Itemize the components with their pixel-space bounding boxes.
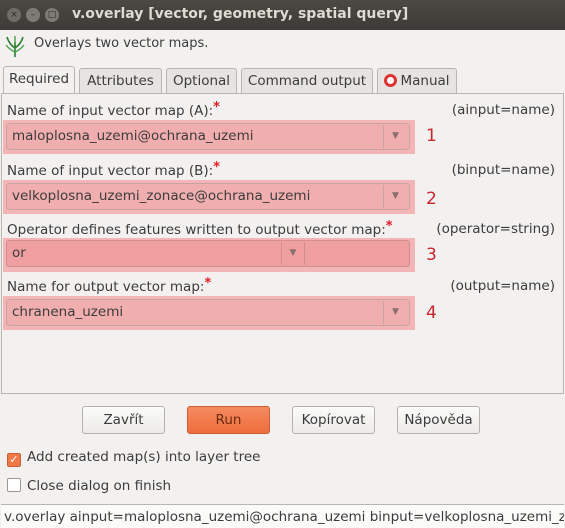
tab-manual[interactable]: Manual xyxy=(377,68,457,94)
chevron-down-icon[interactable]: ▼ xyxy=(383,301,407,324)
chevron-down-icon[interactable]: ▼ xyxy=(281,242,305,265)
field-key-ainput: (ainput=name) xyxy=(451,102,555,118)
close-on-finish-label: Close dialog on finish xyxy=(27,478,172,494)
tab-bar: Required Attributes Optional Command out… xyxy=(0,66,565,94)
add-to-layer-tree-option[interactable]: ✓ Add created map(s) into layer tree xyxy=(7,449,260,467)
maximize-window-button[interactable]: □ xyxy=(45,8,59,22)
title-bar: × – □ v.overlay [vector, geometry, spati… xyxy=(0,0,565,30)
operator-select[interactable]: or ▼ xyxy=(6,240,410,267)
required-mark: * xyxy=(204,276,212,291)
output-value: chranena_uzemi xyxy=(12,304,124,320)
window-title: v.overlay [vector, geometry, spatial que… xyxy=(72,6,409,22)
field-key-output: (output=name) xyxy=(450,278,555,294)
tab-optional[interactable]: Optional xyxy=(166,68,237,94)
output-combo[interactable]: chranena_uzemi ▼ xyxy=(6,299,410,326)
field-key-binput: (binput=name) xyxy=(451,162,555,178)
field-label-text: Name for output vector map: xyxy=(7,279,205,295)
annotation-number: 3 xyxy=(426,245,437,265)
field-label-text: Name of input vector map (A): xyxy=(7,103,214,119)
module-description-row: Overlays two vector maps. xyxy=(0,30,565,62)
close-window-button[interactable]: × xyxy=(7,8,21,22)
required-mark: * xyxy=(213,100,220,115)
add-to-layer-tree-checkbox[interactable]: ✓ xyxy=(7,453,21,467)
chevron-down-icon[interactable]: ▼ xyxy=(383,125,407,148)
add-to-layer-tree-label: Add created map(s) into layer tree xyxy=(27,449,261,465)
ainput-combo[interactable]: maloplosna_uzemi@ochrana_uzemi ▼ xyxy=(6,123,410,150)
binput-value: velkoplosna_uzemi_zonace@ochrana_uzemi xyxy=(12,188,311,204)
module-description: Overlays two vector maps. xyxy=(34,36,209,51)
ainput-value: maloplosna_uzemi@ochrana_uzemi xyxy=(12,128,254,144)
field-label-output: Name for output vector map:* xyxy=(7,276,211,295)
close-on-finish-checkbox[interactable] xyxy=(7,478,21,492)
required-mark: * xyxy=(385,219,393,234)
required-mark: * xyxy=(213,160,220,175)
field-label-text: Name of input vector map (B): xyxy=(7,163,214,179)
annotation-number: 1 xyxy=(426,126,437,146)
command-line-field[interactable]: v.overlay ainput=maloplosna_uzemi@ochran… xyxy=(1,504,564,528)
field-label-ainput: Name of input vector map (A):* xyxy=(7,100,220,119)
close-button[interactable]: Zavřít xyxy=(82,406,165,434)
tab-manual-label: Manual xyxy=(400,73,450,89)
help-button[interactable]: Nápověda xyxy=(397,406,480,434)
run-button[interactable]: Run xyxy=(187,406,270,434)
field-label-binput: Name of input vector map (B):* xyxy=(7,160,220,179)
annotation-number: 4 xyxy=(426,303,437,323)
minimize-window-button[interactable]: – xyxy=(26,8,40,22)
binput-combo[interactable]: velkoplosna_uzemi_zonace@ochrana_uzemi ▼ xyxy=(6,183,410,210)
grass-logo-icon xyxy=(5,36,25,57)
tab-attributes[interactable]: Attributes xyxy=(79,68,162,94)
operator-value: or xyxy=(12,245,26,261)
tab-command-output[interactable]: Command output xyxy=(241,68,373,94)
close-on-finish-option[interactable]: Close dialog on finish xyxy=(7,478,171,494)
annotation-number: 2 xyxy=(426,189,437,209)
field-label-text: Operator defines features written to out… xyxy=(7,222,386,238)
tab-required[interactable]: Required xyxy=(3,66,75,94)
copy-button[interactable]: Kopírovat xyxy=(292,406,375,434)
lifebuoy-icon xyxy=(384,74,398,87)
chevron-down-icon[interactable]: ▼ xyxy=(383,185,407,208)
field-key-operator: (operator=string) xyxy=(436,221,555,237)
field-label-operator: Operator defines features written to out… xyxy=(7,219,393,238)
